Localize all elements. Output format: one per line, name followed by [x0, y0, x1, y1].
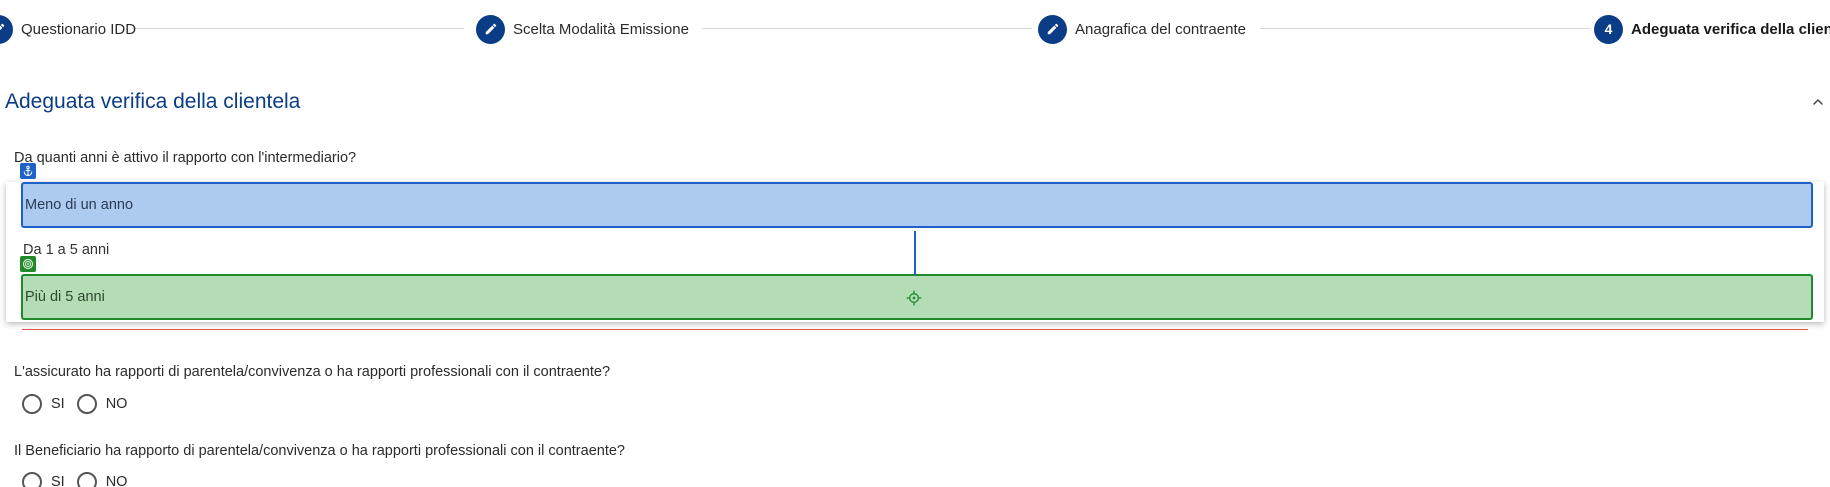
- radio-label: SI: [51, 396, 65, 412]
- step-connector: [132, 28, 464, 29]
- radio-label: SI: [51, 474, 65, 487]
- step-label: Anagrafica del contraente: [1075, 20, 1246, 38]
- radio-label: NO: [105, 474, 128, 487]
- pencil-icon: [476, 14, 505, 44]
- step-connector: [702, 28, 1032, 29]
- option-meno-di-un-anno[interactable]: Meno di un anno: [21, 182, 1813, 228]
- beneficiario-radio-group: SI NO: [22, 472, 139, 487]
- stepper: Questionario IDD Scelta Modalità Emissio…: [0, 0, 1830, 58]
- step-scelta-modalita[interactable]: Scelta Modalità Emissione: [476, 14, 689, 44]
- step-adeguata-verifica[interactable]: 4 Adeguata verifica della clientela: [1594, 14, 1830, 44]
- assicurato-radio-group: SI NO: [22, 394, 139, 414]
- question-beneficiario-rapporti: Il Beneficiario ha rapporto di parentela…: [14, 443, 625, 459]
- assicurato-radio-si[interactable]: SI: [22, 394, 65, 414]
- radio-label: NO: [105, 396, 128, 412]
- option-da-1-a-5-anni[interactable]: Da 1 a 5 anni: [21, 227, 1813, 273]
- step-label: Adeguata verifica della clientela: [1631, 20, 1830, 38]
- beneficiario-radio-si[interactable]: SI: [22, 472, 65, 487]
- section-title: Adeguata verifica della clientela: [5, 90, 301, 113]
- drag-connector-line: [914, 231, 916, 275]
- pencil-icon: [0, 14, 13, 44]
- radio-circle[interactable]: [76, 394, 97, 414]
- step-connector: [1260, 28, 1590, 29]
- radio-circle[interactable]: [22, 472, 42, 487]
- step-questionario-idd[interactable]: Questionario IDD: [0, 14, 136, 44]
- assicurato-radio-no[interactable]: NO: [76, 394, 128, 414]
- chevron-up-icon: [1813, 99, 1823, 105]
- radio-circle[interactable]: [76, 472, 97, 487]
- pencil-icon: [1038, 14, 1067, 44]
- target-icon: [20, 256, 36, 272]
- step-anagrafica[interactable]: Anagrafica del contraente: [1038, 14, 1246, 44]
- anchor-icon: [20, 163, 36, 179]
- collapse-button[interactable]: [1808, 92, 1828, 112]
- field-error-underline: [22, 329, 1808, 330]
- step-number: 4: [1594, 14, 1623, 44]
- step-label: Questionario IDD: [21, 20, 137, 38]
- radio-circle[interactable]: [22, 394, 42, 414]
- step-label: Scelta Modalità Emissione: [513, 20, 689, 38]
- beneficiario-radio-no[interactable]: NO: [76, 472, 128, 487]
- question-assicurato-rapporti: L'assicurato ha rapporti di parentela/co…: [14, 364, 611, 380]
- crosshair-icon: [906, 290, 922, 306]
- question-rapporto-anni: Da quanti anni è attivo il rapporto con …: [14, 150, 357, 166]
- page: Questionario IDD Scelta Modalità Emissio…: [0, 0, 1830, 487]
